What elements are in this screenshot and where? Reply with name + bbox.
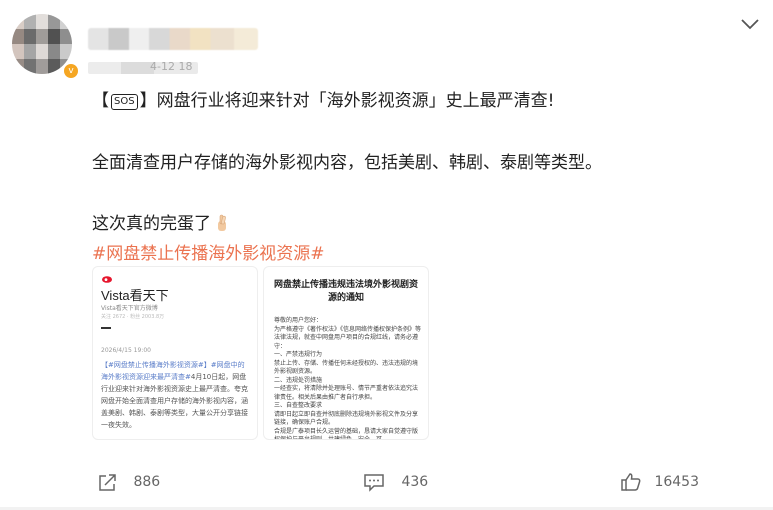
post-line3-text: 这次真的完蛋了 <box>92 214 211 234</box>
like-count: 16453 <box>654 474 699 490</box>
share-icon <box>99 474 116 491</box>
crossed-fingers-icon <box>218 214 226 231</box>
author-name-blurred[interactable] <box>88 28 258 50</box>
notice-body: 尊敬的用户您好： 为严格遵守《著作权法》《信息网络传播权保护条例》等法律法规，就… <box>274 317 422 440</box>
comment-button[interactable]: 436 <box>363 472 428 492</box>
screenshot-date: 2026/4/15 19:00 <box>101 347 151 354</box>
sos-icon: SOS <box>111 94 138 110</box>
screenshot-body-text: 4月10日起，网盘行业迎来针对海外影视资源史上最严清查。夸克网盘开始全面清查用户… <box>101 373 248 429</box>
screenshot-subtitle: Vista看天下官方微博 <box>101 305 158 312</box>
image-thumbnail-right[interactable]: 网盘禁止传播违规违法境外影视剧资源的通知 尊敬的用户您好： 为严格遵守《著作权法… <box>263 266 429 440</box>
post-text-line3: 这次真的完蛋了 <box>92 209 229 234</box>
repost-button[interactable]: 886 <box>97 472 160 492</box>
weibo-post-card: v 4-12 18 【SOS 】网盘行业将迎来针对「海外影视资源」史上最严清查! … <box>0 0 773 510</box>
screenshot-divider <box>101 327 111 329</box>
like-button[interactable]: 16453 <box>620 472 699 492</box>
screenshot-meta: 关注 2672 · 粉丝 2003.8万 <box>101 314 165 320</box>
weibo-logo-icon <box>102 276 112 283</box>
bracket-close: 】 <box>139 91 157 111</box>
post-headline: 网盘行业将迎来针对「海外影视资源」史上最严清查! <box>156 91 555 111</box>
post-time-fragment: 4-12 18 <box>150 60 193 73</box>
post-text-line1: 【SOS 】网盘行业将迎来针对「海外影视资源」史上最严清查! <box>92 86 554 111</box>
thumbs-up-icon <box>621 473 641 491</box>
topic-hashtag-link[interactable]: #网盘禁止传播海外影视资源# <box>92 239 325 264</box>
notice-title: 网盘禁止传播违规违法境外影视剧资源的通知 <box>273 280 418 303</box>
comment-count: 436 <box>401 474 429 490</box>
repost-count: 886 <box>133 474 161 490</box>
comment-icon <box>364 474 384 492</box>
chevron-down-icon[interactable] <box>737 14 763 34</box>
image-thumbnail-left[interactable]: Vista看天下 Vista看天下官方微博 关注 2672 · 粉丝 2003.… <box>92 266 258 440</box>
post-text-line2: 全面清查用户存储的海外影视内容，包括美剧、韩剧、泰剧等类型。 <box>92 153 602 173</box>
bracket-open: 【 <box>92 91 109 111</box>
verified-badge-icon: v <box>62 62 80 80</box>
screenshot-title: Vista看天下 <box>101 288 169 303</box>
screenshot-body: 【#网盘禁止传播海外影视资源#】#网盘中的海外影视资源迎来最严清查#4月10日起… <box>101 359 249 431</box>
